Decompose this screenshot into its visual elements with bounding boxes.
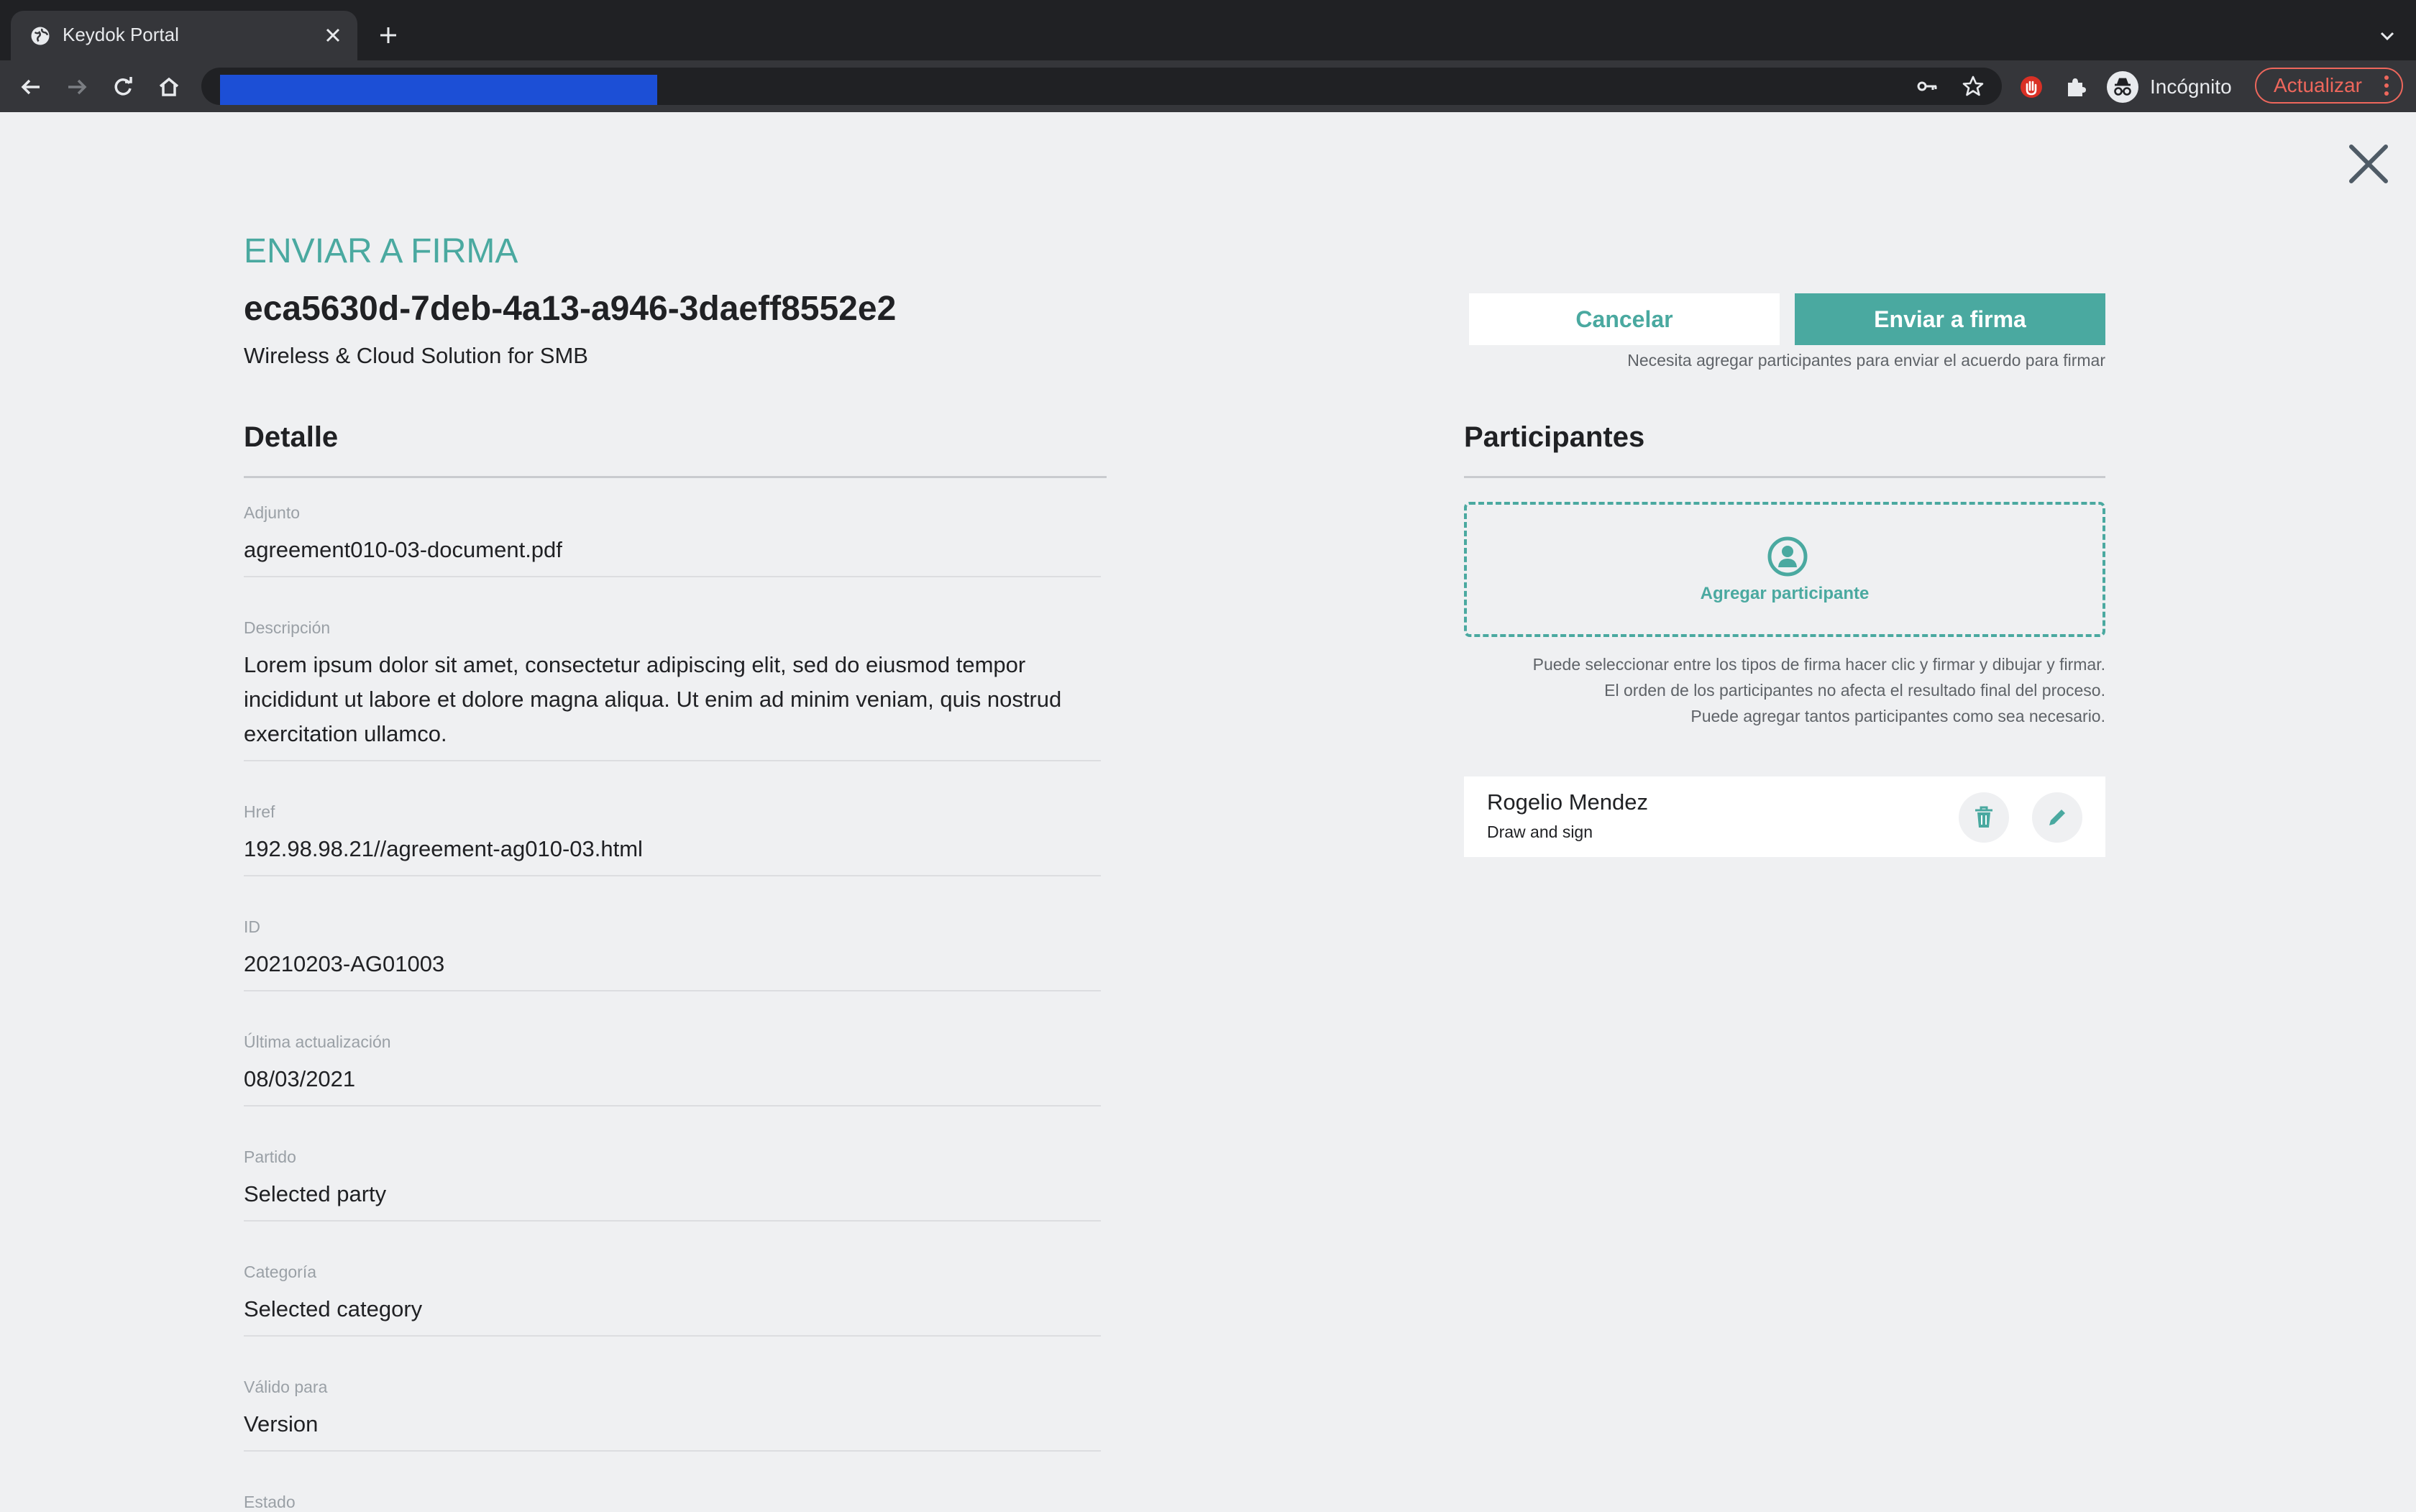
field-party: Partido Selected party — [244, 1147, 1101, 1222]
field-label: Válido para — [244, 1378, 328, 1396]
incognito-label: Incógnito — [2150, 75, 2232, 98]
field-value[interactable]: 192.98.98.21//agreement-ag010-03.html — [244, 832, 1101, 875]
detail-divider — [244, 476, 1107, 478]
send-to-sign-button[interactable]: Enviar a firma — [1795, 293, 2105, 345]
home-icon[interactable] — [152, 70, 186, 104]
field-label: Estado — [244, 1493, 296, 1511]
trash-icon — [1975, 806, 1992, 828]
field-category: Categoría Selected category — [244, 1263, 1101, 1337]
document-subtitle: Wireless & Cloud Solution for SMB — [244, 343, 588, 368]
field-id: ID 20210203-AG01003 — [244, 917, 1101, 991]
puzzle-icon[interactable] — [2059, 70, 2092, 104]
key-icon[interactable] — [1913, 72, 1941, 101]
pencil-icon — [2049, 810, 2065, 825]
more-vert-icon — [2384, 75, 2389, 96]
address-bar[interactable] — [201, 68, 2002, 105]
add-participant-label: Agregar participante — [1700, 584, 1870, 603]
user-icon — [1767, 536, 1808, 577]
field-valid-for: Válido para Version — [244, 1378, 1101, 1452]
browser-tab[interactable]: Keydok Portal — [11, 11, 357, 60]
participant-name: Rogelio Mendez — [1487, 789, 1649, 815]
reload-icon[interactable] — [106, 70, 139, 104]
help-line: Puede agregar tantos participantes como … — [1690, 707, 2105, 725]
star-icon[interactable] — [1959, 72, 1987, 101]
send-hint: Necesita agregar participantes para envi… — [1627, 351, 2105, 370]
browser-toolbar: Incógnito Actualizar — [0, 60, 2416, 112]
browser-tabstrip: Keydok Portal — [0, 0, 2416, 60]
field-value[interactable]: Selected party — [244, 1177, 1101, 1220]
extension-icon[interactable] — [2015, 70, 2048, 104]
field-value[interactable]: Selected category — [244, 1292, 1101, 1335]
field-label: Adjunto — [244, 503, 301, 522]
field-last-update: Última actualización 08/03/2021 — [244, 1032, 1101, 1106]
incognito-indicator[interactable]: Incógnito — [2107, 70, 2232, 104]
field-label: Última actualización — [244, 1032, 391, 1051]
field-href: Href 192.98.98.21//agreement-ag010-03.ht… — [244, 802, 1101, 876]
field-value[interactable]: Version — [244, 1407, 1101, 1450]
participants-divider — [1464, 476, 2105, 478]
add-participant-button[interactable]: Agregar participante — [1464, 502, 2105, 637]
detail-section-title: Detalle — [244, 421, 339, 453]
delete-participant-button[interactable] — [1959, 792, 2009, 843]
close-tab-icon[interactable] — [319, 21, 347, 50]
help-line: Puede seleccionar entre los tipos de fir… — [1532, 655, 2105, 674]
field-label: Partido — [244, 1147, 296, 1166]
field-label: Href — [244, 802, 275, 821]
field-label: Categoría — [244, 1263, 317, 1281]
url-redacted — [220, 75, 657, 105]
forward-icon[interactable] — [60, 70, 93, 104]
participants-help: Puede seleccionar entre los tipos de fir… — [1533, 651, 2105, 729]
participants-section-title: Participantes — [1464, 421, 1645, 453]
update-label: Actualizar — [2274, 74, 2362, 96]
tab-search-chevron-down-icon[interactable] — [2373, 22, 2402, 50]
close-icon[interactable] — [2346, 141, 2392, 187]
field-status: Estado — [244, 1493, 1101, 1512]
document-id-title: eca5630d-7deb-4a13-a946-3daeff8552e2 — [244, 290, 897, 328]
field-value[interactable]: 20210203-AG01003 — [244, 947, 1101, 990]
globe-icon — [31, 27, 50, 45]
field-value[interactable]: Lorem ipsum dolor sit amet, consectetur … — [244, 648, 1101, 760]
participant-card: Rogelio Mendez Draw and sign — [1464, 776, 2105, 857]
page-eyebrow: ENVIAR A FIRMA — [244, 232, 518, 270]
field-description: Descripción Lorem ipsum dolor sit amet, … — [244, 618, 1101, 761]
cancel-button[interactable]: Cancelar — [1469, 293, 1780, 345]
incognito-icon — [2107, 71, 2138, 103]
field-label: Descripción — [244, 618, 331, 637]
field-value[interactable]: agreement010-03-document.pdf — [244, 533, 1101, 576]
tab-title: Keydok Portal — [63, 24, 179, 45]
field-label: ID — [244, 917, 260, 936]
field-attachment: Adjunto agreement010-03-document.pdf — [244, 503, 1101, 577]
new-tab-plus-icon[interactable] — [372, 19, 404, 51]
field-value[interactable]: 08/03/2021 — [244, 1062, 1101, 1105]
back-icon[interactable] — [14, 70, 47, 104]
participant-sign-type: Draw and sign — [1487, 823, 1593, 841]
update-button[interactable]: Actualizar — [2255, 68, 2403, 104]
help-line: El orden de los participantes no afecta … — [1604, 681, 2105, 700]
edit-participant-button[interactable] — [2032, 792, 2082, 843]
